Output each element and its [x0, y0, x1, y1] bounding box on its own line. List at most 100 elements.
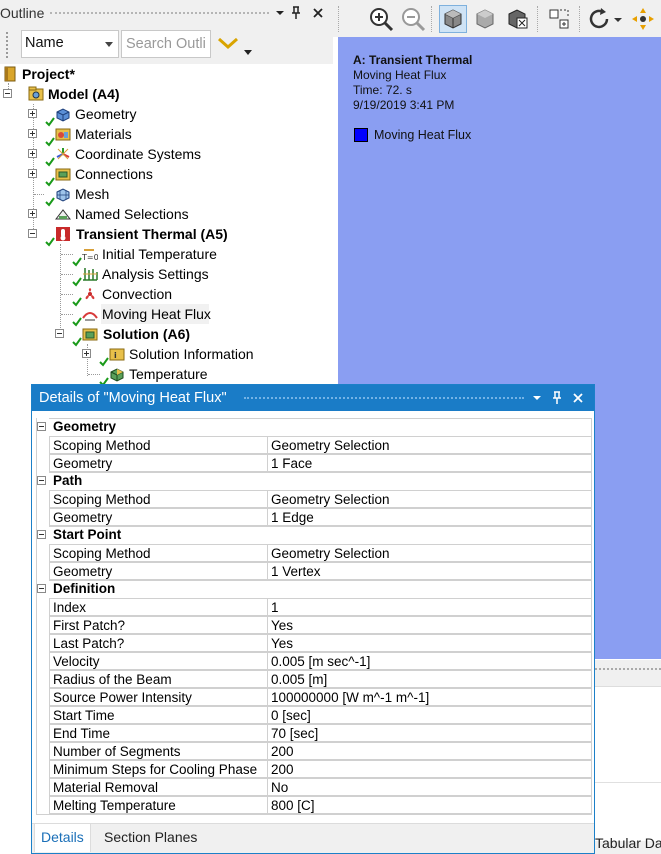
property-value[interactable]: 200: [267, 742, 592, 760]
property-row[interactable]: Velocity 0.005 [m sec^-1]: [36, 652, 592, 670]
tree-item-connections[interactable]: Connections: [0, 164, 160, 187]
check-icon: [72, 273, 82, 287]
tree-item-solution-information[interactable]: i Solution Information: [0, 344, 270, 367]
property-row[interactable]: Geometry 1 Face: [36, 454, 592, 472]
category-row[interactable]: Path: [36, 472, 592, 490]
tree-item-materials[interactable]: Materials: [0, 124, 150, 147]
tree-item-moving-heat-flux[interactable]: Moving Heat Flux: [0, 304, 220, 327]
property-row[interactable]: End Time 70 [sec]: [36, 724, 592, 742]
property-value[interactable]: 1 Vertex: [267, 562, 592, 580]
tree-item-project[interactable]: Project*: [0, 64, 120, 84]
tree-item-mesh[interactable]: Mesh: [0, 184, 120, 207]
property-value[interactable]: 200: [267, 760, 592, 778]
tree-item-analysis-settings[interactable]: Analysis Settings: [0, 264, 220, 287]
collapse-toggle[interactable]: [3, 89, 12, 98]
property-value[interactable]: 1: [267, 598, 592, 616]
collapse-toggle[interactable]: [55, 329, 64, 338]
property-row[interactable]: Source Power Intensity 100000000 [W m^-1 …: [36, 688, 592, 706]
tree-item-transient-thermal[interactable]: Transient Thermal (A5): [0, 224, 250, 247]
tree-item-solution[interactable]: Solution (A6): [0, 324, 220, 347]
expand-chevron-icon[interactable]: [216, 33, 240, 55]
solid-body-icon[interactable]: [471, 5, 499, 33]
rotate-icon[interactable]: [585, 5, 613, 33]
toolbar-grip[interactable]: [6, 32, 10, 58]
chevron-down-icon[interactable]: [613, 5, 623, 33]
property-value[interactable]: 0.005 [m]: [267, 670, 592, 688]
property-row[interactable]: Geometry 1 Vertex: [36, 562, 592, 580]
property-value[interactable]: Geometry Selection: [267, 490, 592, 508]
search-input[interactable]: [121, 30, 211, 58]
property-value[interactable]: 70 [sec]: [267, 724, 592, 742]
pin-icon[interactable]: [287, 3, 305, 23]
tree-item-temperature[interactable]: Temperature: [0, 364, 220, 387]
property-row[interactable]: Material Removal No: [36, 778, 592, 796]
property-row[interactable]: Minimum Steps for Cooling Phase 200: [36, 760, 592, 778]
property-name: Geometry: [49, 562, 267, 580]
collapse-toggle[interactable]: [28, 229, 37, 238]
property-value[interactable]: 1 Edge: [267, 508, 592, 526]
tree-item-convection[interactable]: Convection: [0, 284, 190, 307]
panel-grip[interactable]: [595, 668, 661, 670]
check-icon: [72, 333, 82, 347]
header-grip[interactable]: [50, 12, 269, 16]
expand-toggle[interactable]: [28, 149, 37, 158]
property-row[interactable]: Scoping Method Geometry Selection: [36, 490, 592, 508]
tree-label: Solution (A6): [103, 326, 191, 342]
tree-item-geometry[interactable]: Geometry: [0, 104, 150, 127]
property-value[interactable]: Geometry Selection: [267, 544, 592, 562]
property-value[interactable]: 1 Face: [267, 454, 592, 472]
category-row[interactable]: Geometry: [36, 418, 592, 436]
select-body-icon[interactable]: [439, 5, 467, 33]
pan-icon[interactable]: [629, 5, 657, 33]
zoom-out-icon[interactable]: [399, 5, 427, 33]
property-row[interactable]: Scoping Method Geometry Selection: [36, 544, 592, 562]
toolbar-grip[interactable]: [338, 6, 339, 32]
expand-toggle[interactable]: [28, 109, 37, 118]
property-row[interactable]: Radius of the Beam 0.005 [m]: [36, 670, 592, 688]
tree-item-named-selections[interactable]: Named Selections: [0, 204, 200, 224]
property-value[interactable]: 0 [sec]: [267, 706, 592, 724]
zoom-in-icon[interactable]: [367, 5, 395, 33]
property-row[interactable]: Melting Temperature 800 [C]: [36, 796, 592, 814]
property-value[interactable]: Geometry Selection: [267, 436, 592, 454]
tree-item-model[interactable]: Model (A4): [0, 84, 140, 104]
close-icon[interactable]: [309, 3, 327, 23]
property-row[interactable]: Last Patch? Yes: [36, 634, 592, 652]
tab-details[interactable]: Details: [34, 824, 91, 852]
property-row[interactable]: Geometry 1 Edge: [36, 508, 592, 526]
chevron-down-icon[interactable]: [528, 388, 546, 408]
property-value[interactable]: 0.005 [m sec^-1]: [267, 652, 592, 670]
tab-tabular-data[interactable]: Tabular Data: [595, 835, 661, 851]
property-row[interactable]: Number of Segments 200: [36, 742, 592, 760]
chevron-down-icon[interactable]: [244, 50, 252, 55]
collapse-toggle[interactable]: [37, 530, 46, 539]
expand-toggle[interactable]: [82, 349, 91, 358]
collapse-toggle[interactable]: [37, 476, 46, 485]
property-row[interactable]: Start Time 0 [sec]: [36, 706, 592, 724]
name-filter-select[interactable]: Name: [21, 30, 119, 58]
expand-toggle[interactable]: [28, 169, 37, 178]
expand-toggle[interactable]: [28, 209, 37, 218]
close-icon[interactable]: [569, 388, 587, 408]
property-value[interactable]: Yes: [267, 634, 592, 652]
pin-icon[interactable]: [548, 388, 566, 408]
property-row[interactable]: Index 1: [36, 598, 592, 616]
property-value[interactable]: No: [267, 778, 592, 796]
expand-toggle[interactable]: [28, 129, 37, 138]
property-row[interactable]: Scoping Method Geometry Selection: [36, 436, 592, 454]
collapse-toggle[interactable]: [37, 422, 46, 431]
property-value[interactable]: Yes: [267, 616, 592, 634]
category-row[interactable]: Start Point: [36, 526, 592, 544]
tree-item-coordinate-systems[interactable]: Coordinate Systems: [0, 144, 210, 167]
initial-temperature-icon: T=0: [81, 246, 99, 262]
category-row[interactable]: Definition: [36, 580, 592, 598]
select-grid-icon[interactable]: [545, 5, 573, 33]
tree-item-initial-temperature[interactable]: T=0 Initial Temperature: [0, 244, 230, 267]
details-titlebar[interactable]: Details of "Moving Heat Flux": [32, 385, 594, 411]
property-value[interactable]: 800 [C]: [267, 796, 592, 814]
collapse-toggle[interactable]: [37, 584, 46, 593]
property-row[interactable]: First Patch? Yes: [36, 616, 592, 634]
hidden-bodies-icon[interactable]: [503, 5, 531, 33]
tab-section-planes[interactable]: Section Planes: [104, 829, 197, 845]
property-value[interactable]: 100000000 [W m^-1 m^-1]: [267, 688, 592, 706]
